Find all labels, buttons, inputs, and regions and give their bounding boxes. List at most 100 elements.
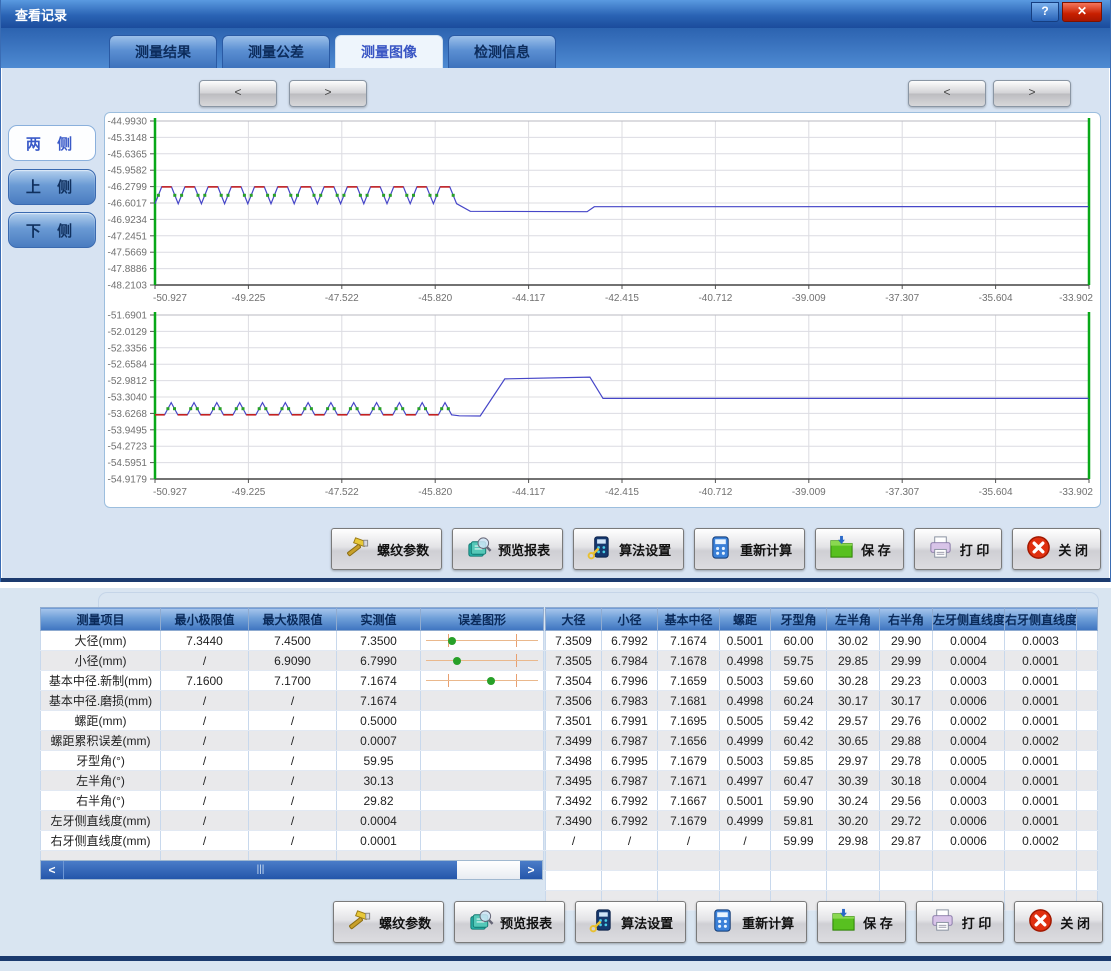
measurement-row-1[interactable]: 7.35056.79847.16780.499859.7529.8529.990… <box>546 651 1098 671</box>
tool-button-3[interactable]: 重新计算 <box>696 901 807 943</box>
tolerance-row-0[interactable]: 大径(mm)7.34407.45007.3500 <box>41 631 544 651</box>
measurement-row-7[interactable]: 7.34956.79877.16710.499760.4730.3930.180… <box>546 771 1098 791</box>
tolerance-row-2[interactable]: 基本中径.新制(mm)7.16007.17007.1674 <box>41 671 544 691</box>
svg-text:-47.2451: -47.2451 <box>108 231 148 242</box>
tolerance-row-9[interactable]: 左牙侧直线度(mm)//0.0004 <box>41 811 544 831</box>
svg-text:-44.9930: -44.9930 <box>108 117 148 128</box>
svg-text:-47.522: -47.522 <box>325 487 359 498</box>
measurement-row-9[interactable]: 7.34906.79927.16790.499959.8130.2029.720… <box>546 811 1098 831</box>
tolerance-row-3[interactable]: 基本中径.磨损(mm)//7.1674 <box>41 691 544 711</box>
tool-button-4[interactable]: 保 存 <box>817 901 906 943</box>
measurement-col-header-9 <box>1077 608 1098 631</box>
tolerance-row-1[interactable]: 小径(mm)/6.90906.7990 <box>41 651 544 671</box>
window-title: 查看记录 <box>15 5 67 24</box>
svg-text:-54.2723: -54.2723 <box>108 442 148 453</box>
svg-text:-45.3148: -45.3148 <box>108 133 148 144</box>
tool-button-5[interactable]: 打 印 <box>914 528 1003 570</box>
svg-text:-39.009: -39.009 <box>792 293 826 304</box>
measurement-table: 大径小径基本中径螺距牙型角左半角右半角左牙侧直线度右牙侧直线度7.35096.7… <box>545 607 1098 911</box>
tolerance-col-header-1: 最小极限值 <box>161 608 249 631</box>
scroll-right-icon[interactable]: > <box>520 861 542 879</box>
measurement-row-8[interactable]: 7.34926.79927.16670.500159.9030.2429.560… <box>546 791 1098 811</box>
algorithm-icon <box>586 534 613 564</box>
tab-3[interactable]: 检测信息 <box>448 35 556 68</box>
tool-button-label: 打 印 <box>960 540 990 559</box>
view-button-0[interactable]: 两 侧 <box>8 125 96 161</box>
pager-next-icon[interactable]: > <box>993 80 1071 107</box>
svg-text:-53.3040: -53.3040 <box>108 393 148 404</box>
tolerance-row-4[interactable]: 螺距(mm)//0.5000 <box>41 711 544 731</box>
tool-button-4[interactable]: 保 存 <box>815 528 904 570</box>
tolerance-row-7[interactable]: 左半角(°)//30.13 <box>41 771 544 791</box>
toolbar-bottom: 螺纹参数预览报表 算法设置 重新计算保 存 打 印 关 闭 <box>333 901 1103 943</box>
tool-button-label: 关 闭 <box>1060 913 1090 932</box>
svg-text:-46.9234: -46.9234 <box>108 215 148 226</box>
measurement-row-6[interactable]: 7.34986.79957.16790.500359.8529.9729.780… <box>546 751 1098 771</box>
save-icon <box>828 534 855 564</box>
tool-button-label: 算法设置 <box>619 540 671 559</box>
view-button-1[interactable]: 上 侧 <box>8 169 96 205</box>
measurement-row-0[interactable]: 7.35096.79927.16740.500160.0030.0229.900… <box>546 631 1098 651</box>
help-icon[interactable]: ? <box>1031 2 1059 22</box>
scrollbar-thumb[interactable] <box>63 861 457 879</box>
measurement-row-2[interactable]: 7.35046.79967.16590.500359.6030.2829.230… <box>546 671 1098 691</box>
hammer-icon <box>344 534 371 564</box>
pager-next-icon[interactable]: > <box>289 80 367 107</box>
tolerance-row-8[interactable]: 右半角(°)//29.82 <box>41 791 544 811</box>
tolerance-col-header-3: 实测值 <box>337 608 421 631</box>
tolerance-col-header-4: 误差图形 <box>421 608 544 631</box>
measurement-row-10[interactable]: ////59.9929.9829.870.00060.0002 <box>546 831 1098 851</box>
tool-button-1[interactable]: 预览报表 <box>452 528 563 570</box>
upper-profile-chart: -44.9930-45.3148-45.6365-45.9582-46.2799… <box>107 115 1097 311</box>
report-icon <box>467 907 494 937</box>
svg-text:-45.820: -45.820 <box>418 293 452 304</box>
tool-button-label: 保 存 <box>861 540 891 559</box>
tool-button-1[interactable]: 预览报表 <box>454 901 565 943</box>
tolerance-row-6[interactable]: 牙型角(°)//59.95 <box>41 751 544 771</box>
svg-text:-44.117: -44.117 <box>512 487 546 498</box>
tolerance-row-5[interactable]: 螺距累积误差(mm)//0.0007 <box>41 731 544 751</box>
measurement-row-3[interactable]: 7.35066.79837.16810.499860.2430.1730.170… <box>546 691 1098 711</box>
tool-button-6[interactable]: 关 闭 <box>1014 901 1103 943</box>
svg-text:-44.117: -44.117 <box>512 293 546 304</box>
svg-text:-49.225: -49.225 <box>231 293 265 304</box>
tool-button-2[interactable]: 算法设置 <box>573 528 684 570</box>
scroll-left-icon[interactable]: < <box>41 861 63 879</box>
results-section: 测量项目最小极限值最大极限值实测值误差图形大径(mm)7.34407.45007… <box>0 588 1111 971</box>
tool-button-2[interactable]: 算法设置 <box>575 901 686 943</box>
error-bar <box>426 632 538 649</box>
svg-text:-54.9179: -54.9179 <box>108 475 148 486</box>
svg-text:-39.009: -39.009 <box>792 487 826 498</box>
scrollbar-track[interactable] <box>457 861 520 879</box>
measurement-col-header-4: 牙型角 <box>771 608 827 631</box>
svg-text:-45.820: -45.820 <box>418 487 452 498</box>
chart-page: -44.9930-45.3148-45.6365-45.9582-46.2799… <box>2 68 1109 578</box>
tool-button-label: 预览报表 <box>498 540 550 559</box>
window-close-icon[interactable]: ✕ <box>1062 2 1102 22</box>
tool-button-0[interactable]: 螺纹参数 <box>333 901 444 943</box>
tolerance-row-10[interactable]: 右牙侧直线度(mm)//0.0001 <box>41 831 544 851</box>
svg-text:-50.927: -50.927 <box>153 487 187 498</box>
tool-button-label: 螺纹参数 <box>377 540 429 559</box>
tool-button-label: 打 印 <box>962 913 992 932</box>
measurement-row-5[interactable]: 7.34996.79877.16560.499960.4230.6529.880… <box>546 731 1098 751</box>
svg-text:-33.902: -33.902 <box>1059 487 1093 498</box>
close-icon <box>1025 534 1052 564</box>
tab-1[interactable]: 测量公差 <box>222 35 330 68</box>
measurement-col-header-2: 基本中径 <box>658 608 720 631</box>
view-record-window: 查看记录 ? ✕ 测量结果测量公差测量图像检测信息 -44.9930 -45.31… <box>0 0 1111 582</box>
view-button-2[interactable]: 下 侧 <box>8 212 96 248</box>
tool-button-label: 算法设置 <box>621 913 673 932</box>
print-icon <box>927 534 954 564</box>
tool-button-6[interactable]: 关 闭 <box>1012 528 1101 570</box>
pager-prev-icon[interactable]: < <box>908 80 986 107</box>
tool-button-0[interactable]: 螺纹参数 <box>331 528 442 570</box>
measurement-row-4[interactable]: 7.35016.79917.16950.500559.4229.5729.760… <box>546 711 1098 731</box>
tab-2[interactable]: 测量图像 <box>335 35 443 68</box>
tab-0[interactable]: 测量结果 <box>109 35 217 68</box>
tool-button-5[interactable]: 打 印 <box>916 901 1005 943</box>
tool-button-3[interactable]: 重新计算 <box>694 528 805 570</box>
hammer-icon <box>346 907 373 937</box>
pager-prev-icon[interactable]: < <box>199 80 277 107</box>
recalc-icon <box>709 907 736 937</box>
